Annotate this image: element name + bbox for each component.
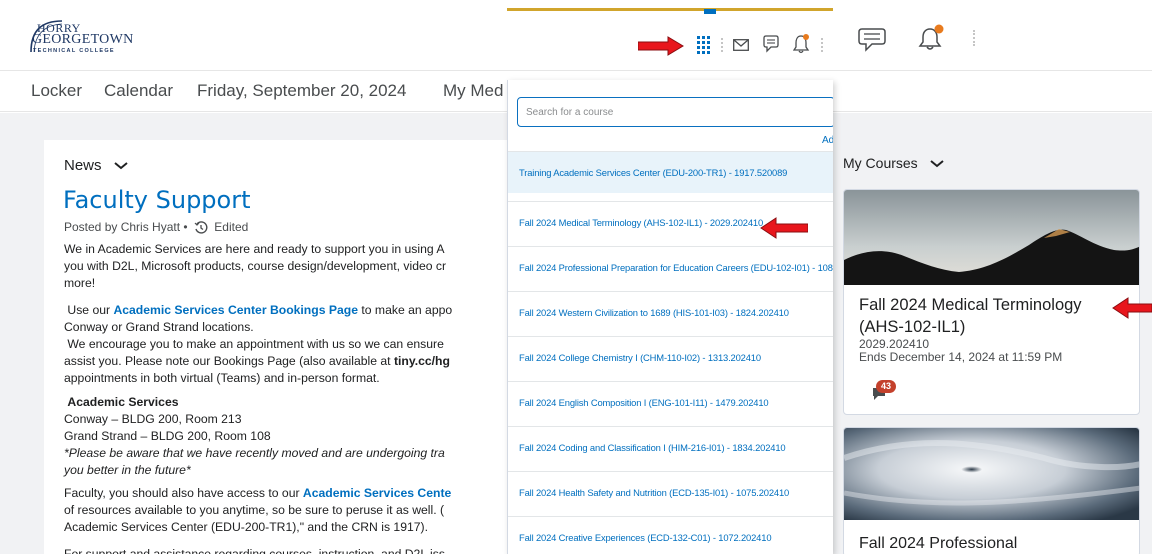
news-text: assist you. Please note our Bookings Pag…	[64, 354, 394, 368]
academic-services-center-link[interactable]: Academic Services Cente	[303, 486, 451, 500]
course-list-item[interactable]: Training Academic Services Center (EDU-2…	[508, 151, 833, 193]
logo-text-line3: TECHNICAL COLLEGE	[33, 48, 115, 54]
news-text-line: *Please be aware that we have recently m…	[64, 445, 445, 462]
news-text: We encourage you to make an appointment …	[67, 337, 444, 351]
history-icon	[194, 221, 208, 234]
bell-icon[interactable]	[793, 33, 811, 55]
course-selector-icon[interactable]	[697, 36, 711, 56]
news-italic-text: *Please be aware that we have recently m…	[64, 446, 445, 460]
news-text-line: Use our Academic Services Center Booking…	[64, 302, 452, 319]
course-link[interactable]: Fall 2024 Medical Terminology (AHS-102-I…	[519, 217, 763, 228]
nav-calendar[interactable]: Calendar	[104, 81, 173, 101]
annotation-arrow-icon	[1112, 297, 1152, 319]
news-paragraph-2: Use our Academic Services Center Booking…	[64, 302, 452, 387]
bell-icon-large[interactable]	[918, 24, 946, 52]
nav-locker[interactable]: Locker	[31, 81, 82, 101]
news-text-line: Academic Services Center (EDU-200-TR1),"…	[64, 520, 428, 534]
course-selector-dropdown: Ad Training Academic Services Center (ED…	[507, 80, 833, 554]
header-accent-bar	[507, 8, 833, 11]
tiny-link[interactable]: tiny.cc/hg	[394, 354, 450, 368]
my-courses-label: My Courses	[843, 155, 918, 171]
news-text-line: you better in the future*	[64, 462, 445, 479]
course-link[interactable]: Fall 2024 English Composition I (ENG-101…	[519, 397, 769, 408]
course-link[interactable]: Fall 2024 Coding and Classification I (H…	[519, 442, 786, 453]
course-link[interactable]: Fall 2024 Creative Experiences (ECD-132-…	[519, 532, 772, 543]
news-posted-line: Posted by Chris Hyatt • Edited	[64, 220, 249, 234]
notification-count-badge: 43	[876, 380, 896, 393]
news-paragraph-4: Faculty, you should also have access to …	[64, 485, 451, 536]
posted-by: Posted by Chris Hyatt	[64, 220, 181, 234]
course-link[interactable]: Fall 2024 Professional Preparation for E…	[519, 262, 833, 273]
course-card-professional-preparation[interactable]: Fall 2024 Professional	[843, 427, 1140, 554]
course-list-item[interactable]: Fall 2024 College Chemistry I (CHM-110-I…	[508, 336, 833, 381]
course-list-item[interactable]: Fall 2024 Coding and Classification I (H…	[508, 426, 833, 471]
course-image-mountains	[844, 190, 1139, 285]
chevron-down-icon[interactable]	[929, 160, 944, 168]
course-list-item[interactable]: Fall 2024 Western Civilization to 1689 (…	[508, 291, 833, 336]
nav-my-media[interactable]: My Med	[443, 81, 503, 101]
news-text-line: Conway – BLDG 200, Room 213	[64, 412, 242, 426]
academic-services-heading: Academic Services	[67, 395, 179, 409]
nav-date: Friday, September 20, 2024	[197, 81, 407, 100]
news-text-line: more!	[64, 276, 96, 290]
mail-icon[interactable]	[733, 39, 749, 51]
news-text-line: We encourage you to make an appointment …	[64, 336, 452, 353]
annotation-arrow-icon	[638, 36, 684, 56]
news-text-line: We in Academic Services are here and rea…	[64, 242, 445, 256]
news-text-line: you with D2L, Microsoft products, course…	[64, 259, 447, 273]
course-image-hurricane	[844, 428, 1139, 520]
course-card-title[interactable]: Fall 2024 Professional	[859, 535, 1017, 553]
my-courses-header[interactable]: My Courses	[843, 155, 944, 171]
logo-text-line2: GEORGETOWN	[32, 32, 134, 47]
news-paragraph-3: Academic Services Conway – BLDG 200, Roo…	[64, 394, 445, 479]
chat-icon-large[interactable]	[858, 28, 886, 52]
news-widget: News Faculty Support Posted by Chris Hya…	[44, 140, 564, 554]
header-divider	[973, 30, 975, 46]
course-link[interactable]: Fall 2024 Western Civilization to 1689 (…	[519, 307, 789, 318]
news-header-label: News	[64, 157, 102, 174]
advanced-search-link[interactable]: Ad	[822, 135, 833, 146]
course-notification[interactable]: 43	[871, 380, 901, 406]
college-logo[interactable]: HORRY GEORGETOWN TECHNICAL COLLEGE	[28, 18, 158, 56]
course-list-item[interactable]: Fall 2024 Creative Experiences (ECD-132-…	[508, 516, 833, 554]
news-text-line: assist you. Please note our Bookings Pag…	[64, 353, 452, 370]
header-divider	[821, 38, 823, 52]
course-card-end-date: Ends December 14, 2024 at 11:59 PM	[859, 350, 1063, 364]
news-text-line: For support and assistance regarding cou…	[64, 547, 445, 554]
news-text: to make an appo	[357, 303, 453, 317]
news-text-line: Grand Strand – BLDG 200, Room 108	[64, 429, 271, 443]
header-divider	[721, 38, 723, 52]
course-link[interactable]: Training Academic Services Center (EDU-2…	[519, 167, 787, 178]
course-card-medical-terminology[interactable]: Fall 2024 Medical Terminology (AHS-102-I…	[843, 189, 1140, 415]
annotation-arrow-icon	[760, 217, 808, 239]
news-widget-header[interactable]: News	[64, 157, 128, 174]
active-selector-indicator	[704, 9, 716, 14]
news-text-line: Academic Services	[64, 394, 445, 411]
course-link[interactable]: Fall 2024 College Chemistry I (CHM-110-I…	[519, 352, 761, 363]
course-list-item[interactable]: Fall 2024 English Composition I (ENG-101…	[508, 381, 833, 426]
news-text-line: appointments in both virtual (Teams) and…	[64, 371, 380, 385]
edited-label: Edited	[214, 220, 249, 234]
course-link[interactable]: Fall 2024 Health Safety and Nutrition (E…	[519, 487, 789, 498]
chat-icon[interactable]	[763, 35, 779, 55]
news-text-line: Conway or Grand Strand locations.	[64, 320, 254, 334]
news-paragraph-5: For support and assistance regarding cou…	[64, 546, 445, 554]
course-search-input[interactable]	[517, 97, 833, 127]
news-title[interactable]: Faculty Support	[63, 186, 251, 214]
course-list-item[interactable]: Fall 2024 Professional Preparation for E…	[508, 246, 833, 291]
news-italic-text: you better in the future*	[64, 463, 191, 477]
course-card-title[interactable]: Fall 2024 Medical Terminology (AHS-102-I…	[859, 294, 1129, 338]
chevron-down-icon[interactable]	[114, 162, 128, 170]
news-paragraph-1: We in Academic Services are here and rea…	[64, 241, 446, 292]
news-text: Faculty, you should also have access to …	[64, 486, 303, 500]
news-text: Use our	[67, 303, 114, 317]
news-text-line: of resources available to you anytime, s…	[64, 503, 445, 517]
bookings-page-link[interactable]: Academic Services Center Bookings Page	[113, 303, 358, 317]
news-text-line: Faculty, you should also have access to …	[64, 485, 451, 502]
course-list-item[interactable]: Fall 2024 Health Safety and Nutrition (E…	[508, 471, 833, 516]
course-card-code: 2029.202410	[859, 337, 930, 351]
